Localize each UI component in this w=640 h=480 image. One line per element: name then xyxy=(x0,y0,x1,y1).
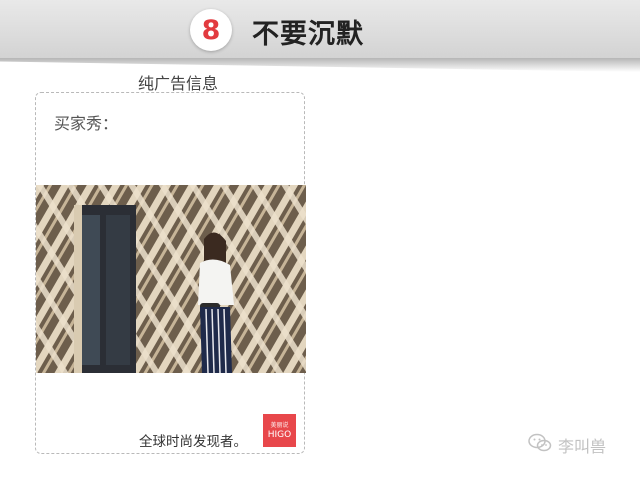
wechat-icon xyxy=(528,433,552,457)
ad-label: 纯广告信息 xyxy=(138,74,219,93)
buyer-photo xyxy=(36,185,306,373)
higo-logo: 美丽说 HIGO xyxy=(263,414,296,447)
watermark: 李叫兽 xyxy=(528,433,606,457)
watermark-text: 李叫兽 xyxy=(558,437,607,456)
logo-line-2: HIGO xyxy=(267,429,292,440)
section-number-badge: 8 xyxy=(190,9,232,51)
header-shadow xyxy=(0,58,640,72)
buyer-show-label: 买家秀： xyxy=(54,114,119,133)
slogan-text: 全球时尚发现者。 xyxy=(139,434,247,450)
logo-line-1: 美丽说 xyxy=(270,421,289,429)
section-number: 8 xyxy=(201,14,221,46)
page-title: 不要沉默 xyxy=(252,19,364,50)
